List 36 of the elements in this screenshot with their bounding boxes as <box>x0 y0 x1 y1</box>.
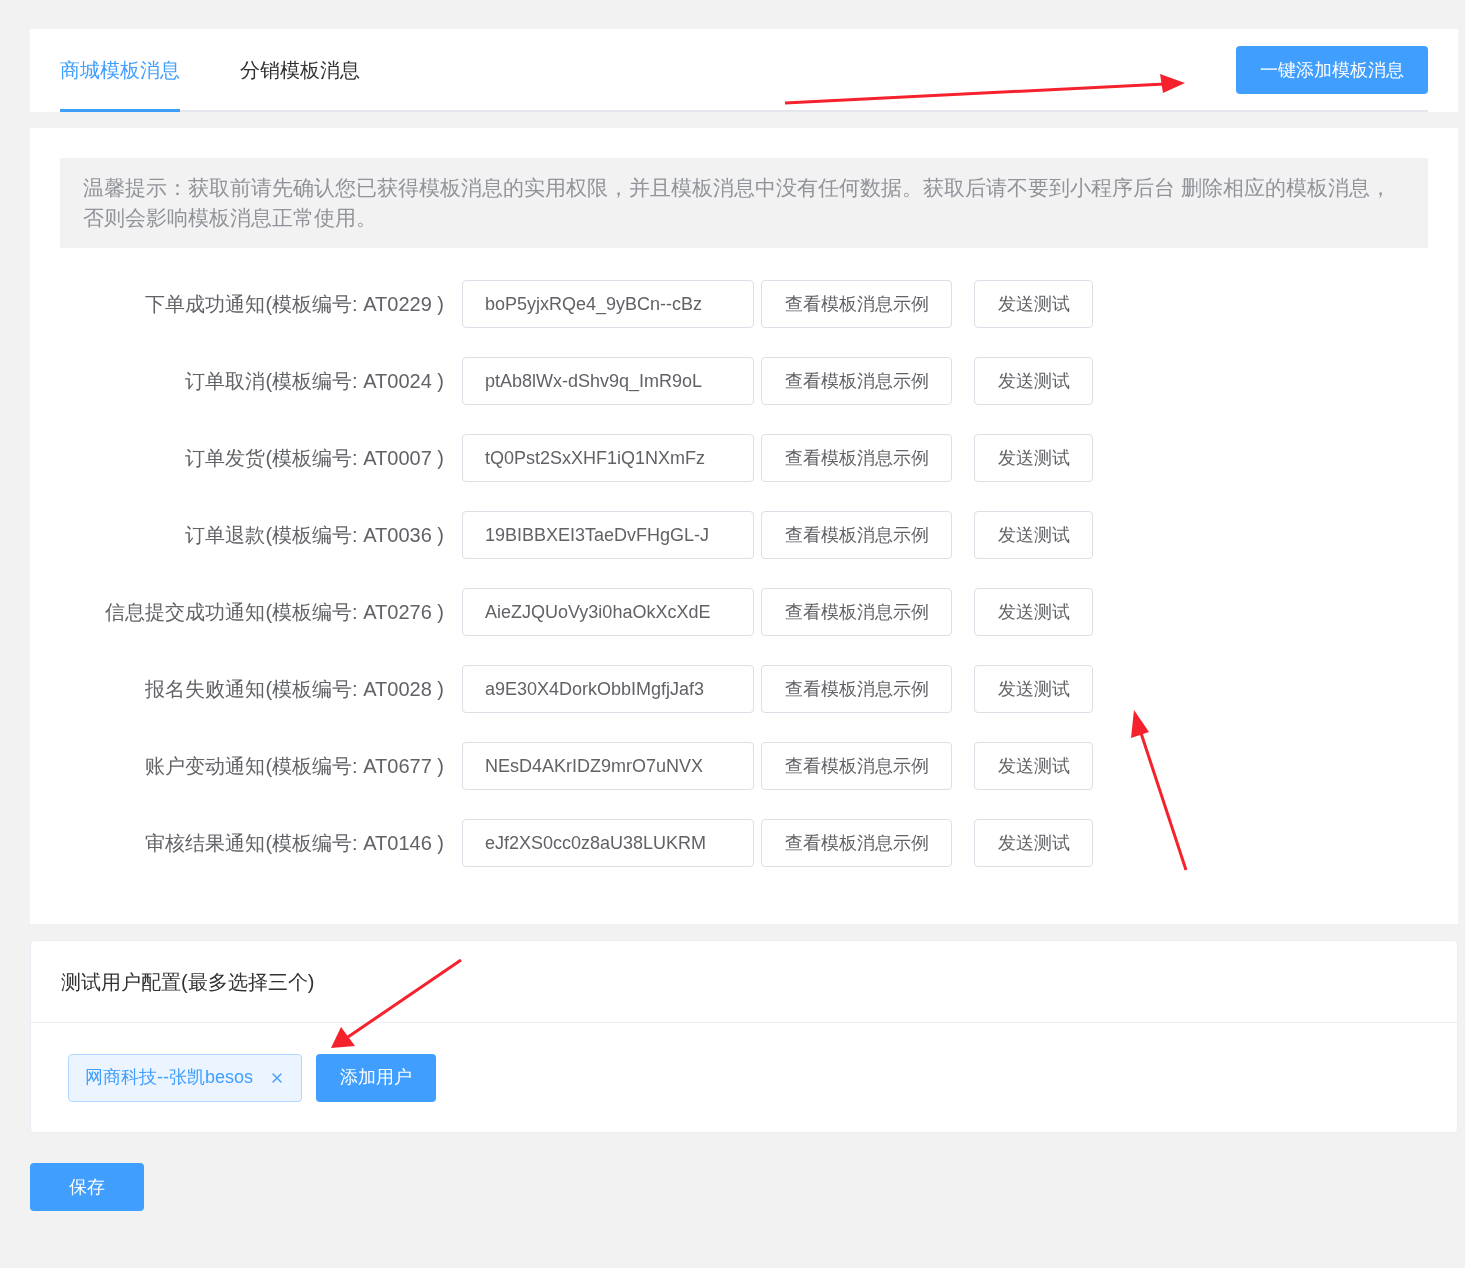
send-test-button[interactable]: 发送测试 <box>974 588 1093 636</box>
template-label: 信息提交成功通知(模板编号: AT0276 ) <box>104 600 445 625</box>
template-id-field[interactable]: ptAb8lWx-dShv9q_ImR9oL <box>462 357 754 405</box>
template-label: 账户变动通知(模板编号: AT0677 ) <box>144 754 445 779</box>
send-test-button[interactable]: 发送测试 <box>974 434 1093 482</box>
template-label: 审核结果通知(模板编号: AT0146 ) <box>144 831 445 856</box>
notice-text: 温馨提示：获取前请先确认您已获得模板消息的实用权限，并且模板消息中没有任何数据。获取后请不要到小程序后台 删除相应的模板消息，否则会影响模板消息正常使用。 <box>60 158 1428 248</box>
card-title: 测试用户配置(最多选择三个) <box>61 969 315 995</box>
view-example-button[interactable]: 查看模板消息示例 <box>761 742 952 790</box>
view-example-button[interactable]: 查看模板消息示例 <box>761 588 952 636</box>
template-label: 订单退款(模板编号: AT0036 ) <box>184 523 445 548</box>
send-test-button[interactable]: 发送测试 <box>974 511 1093 559</box>
send-test-button[interactable]: 发送测试 <box>974 357 1093 405</box>
template-label: 订单发货(模板编号: AT0007 ) <box>184 446 445 471</box>
send-test-button[interactable]: 发送测试 <box>974 665 1093 713</box>
send-test-button[interactable]: 发送测试 <box>974 819 1093 867</box>
template-id-field[interactable]: a9E30X4DorkObbIMgfjJaf3 <box>462 665 754 713</box>
view-example-button[interactable]: 查看模板消息示例 <box>761 280 952 328</box>
template-id-field[interactable]: AieZJQUoVy3i0haOkXcXdE <box>462 588 754 636</box>
template-id-field[interactable]: tQ0Pst2SxXHF1iQ1NXmFz <box>462 434 754 482</box>
template-id-field[interactable]: boP5yjxRQe4_9yBCn--cBz <box>462 280 754 328</box>
send-test-button[interactable]: 发送测试 <box>974 742 1093 790</box>
view-example-button[interactable]: 查看模板消息示例 <box>761 511 952 559</box>
template-id-field[interactable]: NEsD4AKrIDZ9mrO7uNVX <box>462 742 754 790</box>
view-example-button[interactable]: 查看模板消息示例 <box>761 434 952 482</box>
template-label: 订单取消(模板编号: AT0024 ) <box>184 369 445 394</box>
send-test-button[interactable]: 发送测试 <box>974 280 1093 328</box>
view-example-button[interactable]: 查看模板消息示例 <box>761 665 952 713</box>
template-label: 报名失败通知(模板编号: AT0028 ) <box>144 677 445 702</box>
template-label: 下单成功通知(模板编号: AT0229 ) <box>144 292 445 317</box>
template-id-field[interactable]: 19BIBBXEI3TaeDvFHgGL-J <box>462 511 754 559</box>
tag-label: 网商科技--张凯besos <box>85 1066 254 1089</box>
template-id-field[interactable]: eJf2XS0cc0z8aU38LUKRM <box>462 819 754 867</box>
view-example-button[interactable]: 查看模板消息示例 <box>761 357 952 405</box>
view-example-button[interactable]: 查看模板消息示例 <box>761 819 952 867</box>
tab[interactable]: 分销模板消息 <box>240 55 360 112</box>
